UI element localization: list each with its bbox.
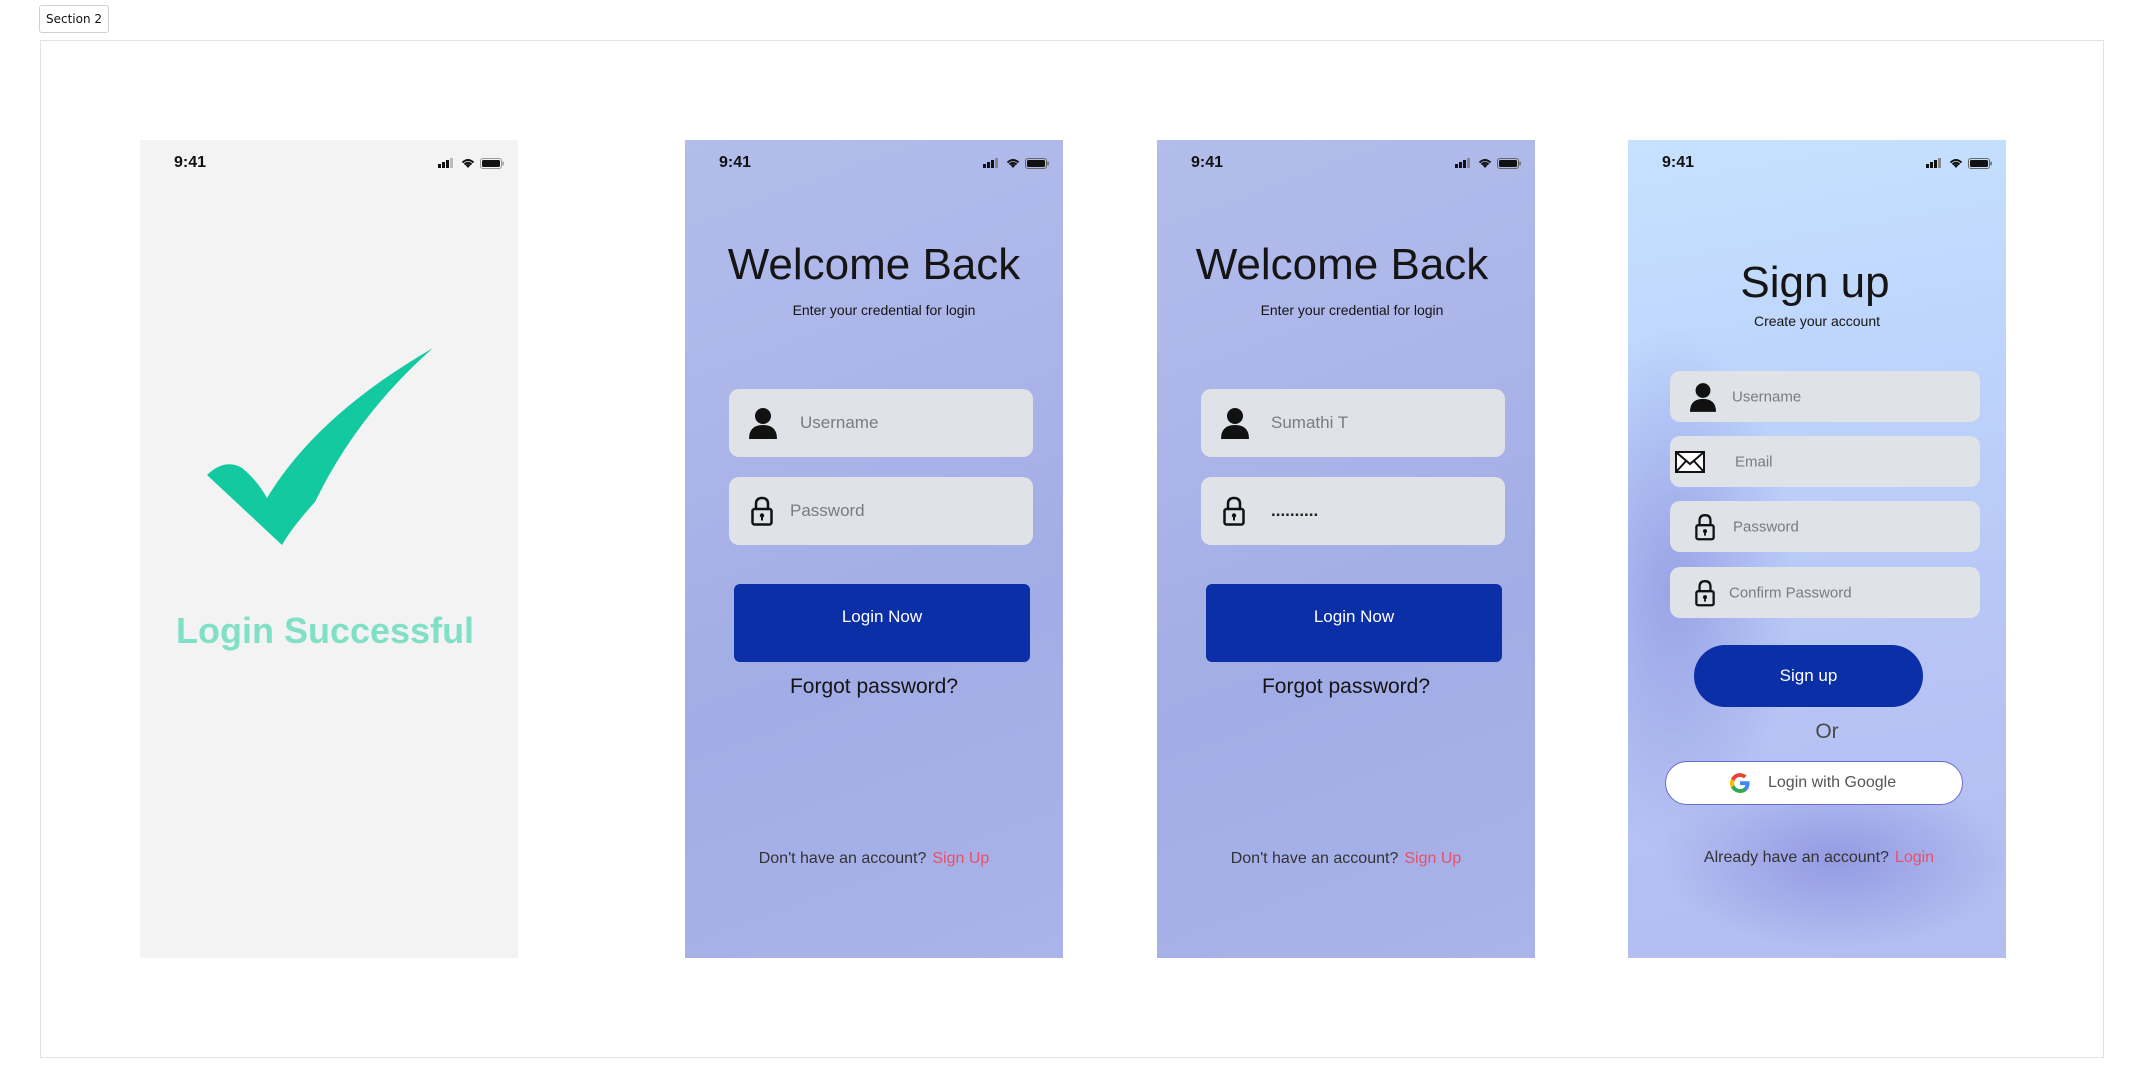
user-icon bbox=[1221, 408, 1249, 439]
lock-icon bbox=[1695, 579, 1715, 606]
confirm-password-field[interactable]: Confirm Password bbox=[1670, 567, 1980, 618]
forgot-password-link[interactable]: Forgot password? bbox=[1157, 675, 1535, 699]
login-with-google-button[interactable]: Login with Google bbox=[1665, 761, 1963, 805]
status-time: 9:41 bbox=[174, 154, 207, 171]
battery-icon bbox=[1025, 158, 1049, 169]
login-prompt-text: Already have an account? bbox=[1703, 849, 1889, 866]
envelope-icon bbox=[1675, 450, 1705, 473]
or-divider: Or bbox=[1815, 720, 1839, 743]
signup-prompt-text: Don't have an account? bbox=[1230, 850, 1399, 867]
battery-icon bbox=[1968, 158, 1992, 169]
email-placeholder: Email bbox=[1735, 453, 1773, 470]
signal-icon bbox=[438, 158, 453, 168]
signup-prompt: Don't have an account? Sign Up bbox=[685, 850, 1063, 868]
password-placeholder: Password bbox=[1733, 518, 1799, 535]
signup-prompt-text: Don't have an account? bbox=[758, 850, 927, 867]
checkmark-icon bbox=[207, 348, 432, 545]
username-field[interactable]: Username bbox=[729, 389, 1033, 457]
signup-prompt: Don't have an account? Sign Up bbox=[1157, 850, 1535, 868]
battery-icon bbox=[480, 158, 504, 169]
password-field[interactable]: Password bbox=[1670, 501, 1980, 552]
wifi-icon bbox=[461, 159, 475, 168]
password-value: .......... bbox=[1271, 501, 1319, 520]
user-icon bbox=[749, 408, 777, 439]
page-subtitle: Enter your credential for login bbox=[792, 302, 976, 318]
page-subtitle: Enter your credential for login bbox=[1260, 302, 1444, 318]
sign-up-link[interactable]: Sign Up bbox=[1404, 850, 1461, 867]
status-time: 9:41 bbox=[1662, 154, 1695, 171]
page-title: Sign up bbox=[1740, 258, 1890, 307]
screen-login-filled: 9:41 Welcome Back Enter your credential … bbox=[1157, 140, 1535, 958]
sign-up-link[interactable]: Sign Up bbox=[932, 850, 989, 867]
login-link[interactable]: Login bbox=[1895, 849, 1934, 866]
signal-icon bbox=[1455, 158, 1470, 168]
wifi-icon bbox=[1478, 159, 1492, 168]
forgot-password-link[interactable]: Forgot password? bbox=[685, 675, 1063, 699]
screen-login-successful: 9:41 Login Successful bbox=[140, 140, 518, 958]
username-field[interactable]: Username bbox=[1670, 371, 1980, 422]
page-title: Welcome Back bbox=[1195, 240, 1489, 289]
page-subtitle: Create your account bbox=[1753, 313, 1881, 329]
status-time: 9:41 bbox=[1191, 154, 1224, 171]
wifi-icon bbox=[1949, 159, 1963, 168]
google-button-label: Login with Google bbox=[1768, 774, 1897, 791]
username-field[interactable]: Sumathi T bbox=[1201, 389, 1505, 457]
username-value: Sumathi T bbox=[1271, 413, 1349, 432]
status-time: 9:41 bbox=[719, 154, 752, 171]
login-success-message: Login Successful bbox=[176, 610, 475, 651]
lock-icon bbox=[751, 496, 773, 526]
login-now-button[interactable]: Login Now bbox=[1206, 584, 1502, 662]
screen-login-empty: 9:41 Welcome Back Enter your credential … bbox=[685, 140, 1063, 958]
section-label[interactable]: Section 2 bbox=[39, 5, 110, 33]
sign-up-button[interactable]: Sign up bbox=[1694, 645, 1923, 707]
password-field[interactable]: .......... bbox=[1201, 477, 1505, 545]
email-field[interactable]: Email bbox=[1670, 436, 1980, 487]
lock-icon bbox=[1695, 513, 1715, 540]
confirm-password-placeholder: Confirm Password bbox=[1729, 584, 1852, 601]
lock-icon bbox=[1223, 496, 1245, 526]
wifi-icon bbox=[1006, 159, 1020, 168]
battery-icon bbox=[1497, 158, 1521, 169]
signal-icon bbox=[983, 158, 998, 168]
screen-signup: 9:41 Sign up Create your account Usernam… bbox=[1628, 140, 2006, 958]
login-now-button[interactable]: Login Now bbox=[734, 584, 1030, 662]
username-placeholder: Username bbox=[1732, 388, 1802, 405]
username-placeholder: Username bbox=[800, 413, 879, 432]
page-title: Welcome Back bbox=[727, 240, 1021, 289]
signal-icon bbox=[1926, 158, 1941, 168]
password-field[interactable]: Password bbox=[729, 477, 1033, 545]
password-placeholder: Password bbox=[790, 501, 865, 520]
user-icon bbox=[1690, 382, 1716, 412]
google-icon bbox=[1730, 773, 1750, 793]
login-prompt: Already have an account? Login bbox=[1630, 849, 2006, 867]
